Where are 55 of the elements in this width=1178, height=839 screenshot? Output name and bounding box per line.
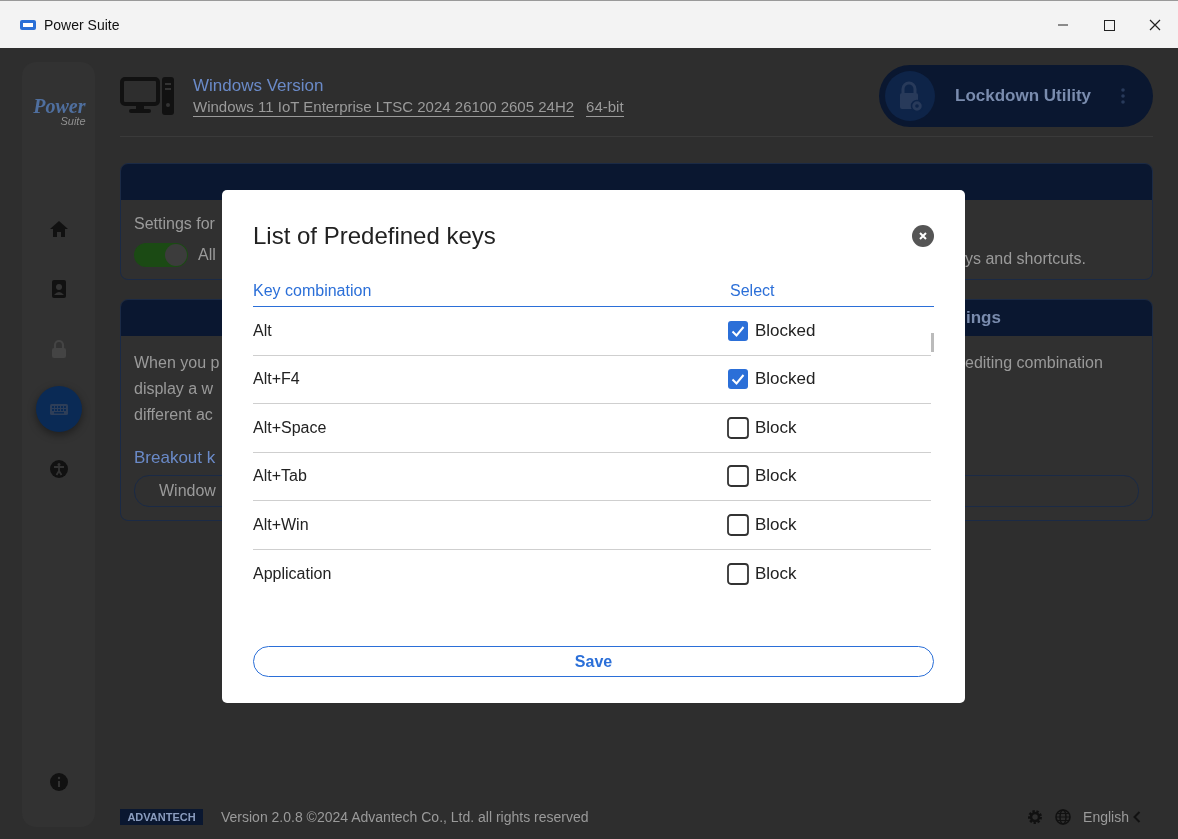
version-text: Windows 11 IoT Enterprise LTSC 2024 26100 2605 24H2: [193, 97, 575, 117]
app-icon: [20, 18, 36, 31]
window-title: Power Suite: [44, 16, 120, 33]
checkbox-icon: [727, 319, 749, 342]
key-name: Application: [253, 564, 333, 583]
checkbox-icon: [727, 368, 749, 391]
description-text: When you p: [134, 353, 220, 373]
checkbox[interactable]: Block: [727, 562, 797, 585]
utility-button[interactable]: Lockdown Utility: [879, 65, 1153, 127]
checkbox-icon: [727, 513, 749, 536]
settings-text: Settings for: [134, 215, 215, 233]
architecture-text: 64-bit: [586, 97, 624, 117]
lock-gear-icon: [883, 69, 937, 123]
key-name: Alt: [253, 321, 273, 340]
close-icon[interactable]: [912, 225, 934, 247]
description-text: editing combination: [965, 353, 1103, 373]
checkbox-icon: [727, 416, 749, 439]
more-icon: [1121, 88, 1125, 104]
key-name: Alt+Win: [253, 515, 310, 534]
checkbox-icon: [727, 465, 749, 488]
accessibility-icon: [48, 459, 69, 479]
toggle-label: All: [198, 246, 216, 264]
checkbox-icon: [727, 562, 749, 585]
checkbox[interactable]: Blocked: [727, 368, 816, 391]
description-text: different ac: [134, 405, 213, 425]
subheading: Breakout k: [134, 448, 216, 468]
info-icon[interactable]: [49, 773, 68, 791]
key-name: Alt+F4: [253, 370, 301, 389]
logo-text: Power: [32, 96, 86, 116]
copyright-text: Version 2.0.8 ©2024 Advantech Co., Ltd. all rights reserved: [221, 809, 589, 825]
description-text: ys and shortcuts.: [965, 250, 1086, 268]
checkbox[interactable]: Block: [727, 416, 797, 439]
key-name: Alt+Tab: [253, 467, 308, 486]
chevron-left-icon[interactable]: [1133, 811, 1141, 823]
settings-icon[interactable]: [1027, 809, 1044, 825]
checkbox[interactable]: Block: [727, 513, 797, 536]
column-header: Key combination: [253, 282, 373, 301]
checkbox[interactable]: Blocked: [727, 319, 816, 342]
key-name: Alt+Space: [253, 418, 328, 437]
description-text: display a w: [134, 379, 214, 399]
toggle-switch[interactable]: [134, 243, 188, 267]
dialog-title: List of Predefined keys: [253, 222, 496, 250]
logo-subtext: Suite: [59, 116, 86, 126]
computer-icon: [120, 77, 176, 115]
globe-icon[interactable]: [1055, 809, 1072, 825]
save-button[interactable]: Save: [253, 646, 934, 677]
scrollbar-thumb[interactable]: [931, 333, 934, 352]
brand-logo: ADVANTECH: [120, 809, 203, 825]
checkbox[interactable]: Block: [727, 465, 797, 488]
column-header: Select: [730, 282, 775, 301]
nav-button[interactable]: [35, 386, 82, 432]
language-selector[interactable]: English: [1083, 809, 1129, 825]
card-heading: ings: [966, 308, 1002, 328]
section-label: Windows Version: [193, 75, 325, 96]
home-icon: [48, 219, 69, 239]
